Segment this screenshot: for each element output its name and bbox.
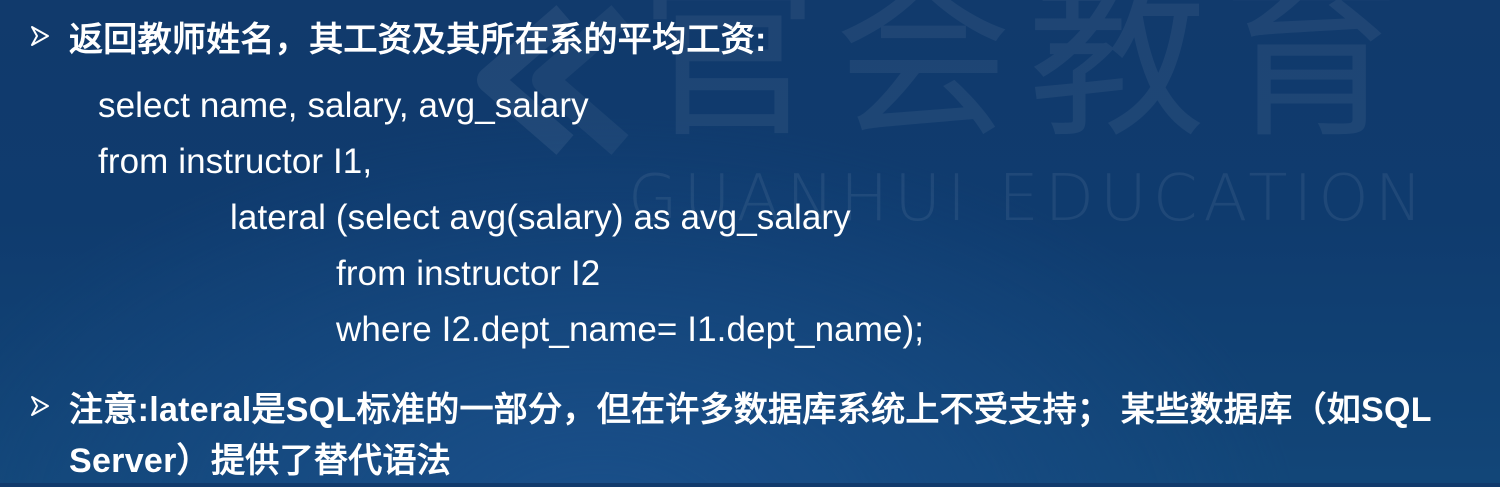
bullet-item-lateral-note: 注意:lateral是SQL标准的一部分，但在许多数据库系统上不受支持； 某些数…	[28, 385, 1488, 487]
code-line: from instructor I1,	[98, 142, 373, 181]
bullet-item-query-description: 返回教师姓名，其工资及其所在系的平均工资:	[28, 15, 767, 66]
code-line: lateral (select avg(salary) as avg_salar…	[230, 198, 851, 237]
code-line: where I2.dept_name= I1.dept_name);	[336, 310, 925, 349]
code-line: select name, salary, avg_salary	[98, 86, 589, 125]
slide: 官会教育 GUANHUI EDUCATION 返回教师姓名，其工资及其所在系的平…	[0, 0, 1500, 483]
code-line: from instructor I2	[336, 254, 601, 293]
arrow-bullet-icon	[31, 396, 49, 416]
bullet-text: 注意:lateral是SQL标准的一部分，但在许多数据库系统上不受支持； 某些数…	[69, 391, 1432, 480]
bullet-text: 返回教师姓名，其工资及其所在系的平均工资:	[69, 21, 767, 59]
arrow-bullet-icon	[31, 26, 49, 46]
